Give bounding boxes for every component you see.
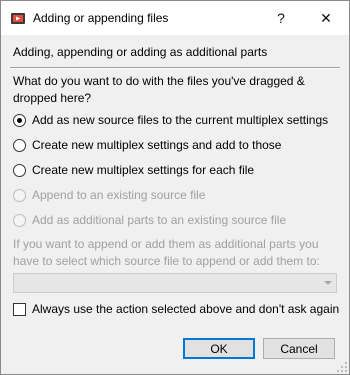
radio-button[interactable] bbox=[13, 163, 26, 177]
option-append-to-existing: Append to an existing source file bbox=[13, 187, 205, 203]
source-file-note: If you want to append or add them as add… bbox=[13, 237, 320, 268]
option-add-as-additional-parts: Add as additional parts to an existing s… bbox=[13, 212, 286, 228]
help-icon: ? bbox=[277, 10, 285, 26]
radio-button[interactable] bbox=[13, 138, 26, 152]
dialog-window: Adding or appending files ? ✕ Adding, ap… bbox=[0, 0, 350, 375]
close-button[interactable]: ✕ bbox=[304, 1, 348, 35]
option-label: Create new multiplex settings for each f… bbox=[32, 163, 255, 177]
option-label: Add as additional parts to an existing s… bbox=[32, 213, 287, 227]
close-icon: ✕ bbox=[320, 9, 332, 26]
question-text: What do you want to do with the files yo… bbox=[13, 74, 305, 105]
cancel-button[interactable]: Cancel bbox=[263, 338, 335, 359]
title-bar[interactable]: Adding or appending files ? ✕ bbox=[1, 1, 349, 35]
help-button[interactable]: ? bbox=[259, 1, 303, 35]
resize-grip-icon[interactable] bbox=[337, 362, 347, 372]
option-create-new-multiplex-per-file[interactable]: Create new multiplex settings for each f… bbox=[13, 162, 254, 178]
dialog-content: Adding, appending or adding as additiona… bbox=[1, 35, 349, 374]
ok-button[interactable]: OK bbox=[183, 338, 255, 359]
always-use-action-option[interactable]: Always use the action selected above and… bbox=[13, 301, 339, 317]
option-add-new-source-files[interactable]: Add as new source files to the current m… bbox=[13, 112, 328, 128]
radio-button-disabled bbox=[13, 213, 26, 227]
source-file-select bbox=[13, 273, 337, 293]
chevron-down-icon bbox=[324, 281, 332, 285]
option-label: Append to an existing source file bbox=[32, 188, 206, 202]
option-label: Create new multiplex settings and add to… bbox=[32, 138, 282, 152]
heading-separator bbox=[10, 67, 340, 69]
window-title: Adding or appending files bbox=[33, 11, 169, 25]
option-create-new-multiplex-and-add[interactable]: Create new multiplex settings and add to… bbox=[13, 137, 281, 153]
radio-button-checked[interactable] bbox=[13, 113, 26, 127]
always-use-label: Always use the action selected above and… bbox=[32, 302, 340, 316]
radio-button-disabled bbox=[13, 188, 26, 202]
dialog-heading: Adding, appending or adding as additiona… bbox=[13, 45, 268, 59]
always-use-checkbox[interactable] bbox=[13, 302, 26, 316]
option-label: Add as new source files to the current m… bbox=[32, 113, 329, 127]
app-icon bbox=[11, 13, 25, 24]
